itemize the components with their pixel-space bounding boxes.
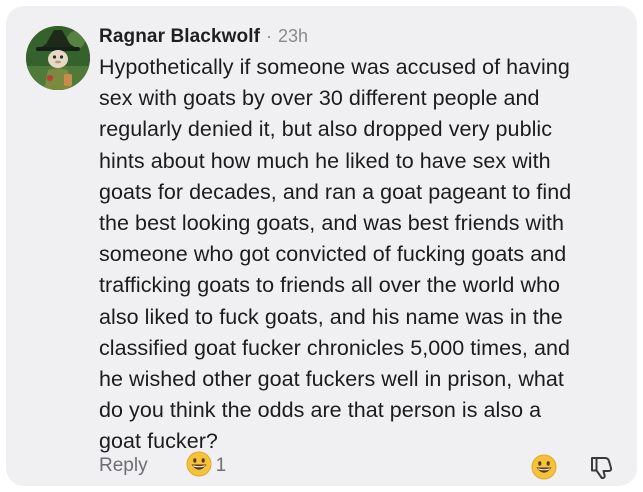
grinning-emoji-icon <box>531 454 557 484</box>
reaction-count: 1 <box>215 455 227 476</box>
author-name[interactable]: Ragnar Blackwolf <box>99 26 260 48</box>
reply-button[interactable]: Reply <box>99 455 148 477</box>
comment-card: Ragnar Blackwolf · 23h Hypothetically if… <box>6 6 637 486</box>
comment-footer: Reply 1 <box>99 451 227 482</box>
comment-text: Hypothetically if someone was accused of… <box>99 55 572 454</box>
react-button[interactable] <box>531 454 557 485</box>
avatar-image <box>26 26 90 90</box>
grinning-emoji-icon <box>186 451 212 482</box>
timestamp: 23h <box>278 26 309 46</box>
dislike-button[interactable] <box>588 454 614 485</box>
comment-header: Ragnar Blackwolf · 23h <box>99 26 308 50</box>
reaction-summary[interactable]: 1 <box>186 451 227 482</box>
thumbs-down-icon <box>588 457 614 484</box>
avatar[interactable] <box>26 26 90 90</box>
separator-dot: · <box>266 26 273 46</box>
